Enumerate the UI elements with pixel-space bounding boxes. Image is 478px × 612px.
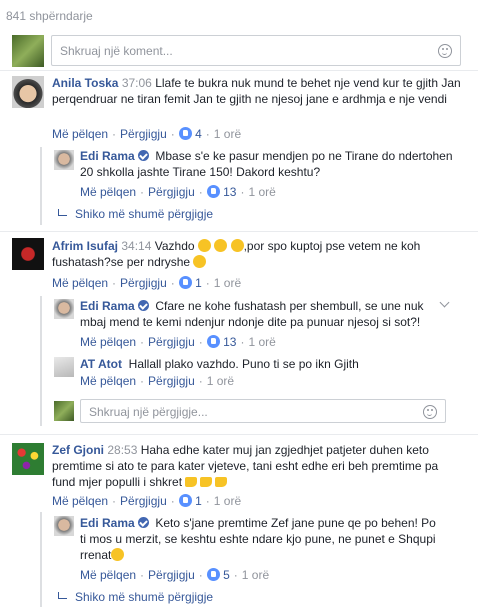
like-icon	[206, 185, 220, 198]
reply-age[interactable]: 1 orë	[242, 568, 269, 582]
avatar[interactable]	[12, 443, 44, 475]
comment-author[interactable]: Afrim Isufaj	[52, 239, 118, 253]
avatar[interactable]	[54, 357, 74, 377]
emoji-icon[interactable]	[423, 405, 437, 419]
comment-age[interactable]: 1 orë	[214, 276, 241, 290]
thumbs-down-emoji-icon	[215, 477, 228, 487]
reply-text: Mbase s'e ke pasur mendjen po ne Tirane …	[80, 149, 453, 179]
reply-button[interactable]: Përgjigju	[120, 127, 167, 141]
reply-button[interactable]: Përgjigju	[120, 494, 167, 508]
like-count[interactable]: 13	[223, 185, 236, 199]
smiling-face-emoji-icon	[111, 548, 125, 561]
current-user-avatar	[54, 401, 74, 421]
verified-badge-icon	[137, 300, 149, 311]
comment-video-time[interactable]: 28:53	[107, 443, 137, 457]
avatar[interactable]	[54, 516, 74, 536]
avatar[interactable]	[12, 238, 44, 270]
like-button[interactable]: Më pëlqen	[52, 494, 108, 508]
comment-age[interactable]: 1 orë	[214, 494, 241, 508]
reply-author[interactable]: Edi Rama	[80, 149, 135, 163]
reply-age[interactable]: 1 orë	[248, 185, 275, 199]
comment-input-placeholder: Shkruaj një koment...	[60, 44, 173, 58]
share-count[interactable]: 841 shpërndarje	[6, 9, 93, 23]
reply-arrow-icon	[58, 592, 67, 599]
reply-button[interactable]: Përgjigju	[148, 335, 195, 349]
verified-badge-icon	[137, 517, 149, 528]
reply-button[interactable]: Përgjigju	[120, 276, 167, 290]
comment-age[interactable]: 1 orë	[214, 127, 241, 141]
avatar[interactable]	[12, 76, 44, 108]
like-count[interactable]: 5	[223, 568, 230, 582]
reply-age[interactable]: 1 orë	[207, 374, 234, 388]
comment-actions: Më pëlqen · Përgjigju · 1 · 1 orë	[52, 494, 242, 508]
reply-4: Edi Rama Keto s'jane premtime Zef jane p…	[80, 515, 440, 563]
reply-button[interactable]: Përgjigju	[148, 185, 195, 199]
avatar[interactable]	[54, 150, 74, 170]
more-replies-link[interactable]: Shiko më shumë përgjigje	[58, 207, 213, 221]
reply-actions: Më pëlqen · Përgjigju · 5 · 1 orë	[80, 568, 270, 582]
comment-video-time[interactable]: 37:06	[122, 76, 152, 90]
reply-2: Edi Rama Cfare ne kohe fushatash per she…	[80, 298, 445, 330]
ok-hand-emoji-icon	[197, 239, 211, 252]
reply-age[interactable]: 1 orë	[248, 335, 275, 349]
thumbs-down-emoji-icon	[200, 477, 213, 487]
more-replies-link[interactable]: Shiko më shumë përgjigje	[58, 590, 213, 604]
like-icon	[178, 494, 192, 507]
ok-hand-emoji-icon	[193, 255, 207, 268]
comment-author[interactable]: Anila Toska	[52, 76, 118, 90]
comment-input[interactable]: Shkruaj një koment...	[51, 35, 461, 66]
reply-arrow-icon	[58, 209, 67, 216]
like-icon	[178, 276, 192, 289]
like-icon	[206, 335, 220, 348]
emoji-icon[interactable]	[438, 44, 452, 58]
reply-actions: Më pëlqen · Përgjigju · 1 orë	[80, 374, 235, 388]
comment-text-a: Vazhdo	[154, 239, 195, 253]
like-icon	[206, 568, 220, 581]
reply-actions: Më pëlqen · Përgjigju · 13 · 1 orë	[80, 185, 276, 199]
like-count[interactable]: 1	[195, 276, 202, 290]
comment-2: Afrim Isufaj 34:14 Vazhdo ,por spo kupto…	[52, 238, 462, 270]
reply-input[interactable]: Shkruaj një përgjigje...	[80, 399, 446, 423]
verified-badge-icon	[137, 150, 149, 161]
comment-3: Zef Gjoni 28:53 Haha edhe kater muj jan …	[52, 442, 464, 490]
ok-hand-emoji-icon	[214, 239, 228, 252]
like-button[interactable]: Më pëlqen	[52, 127, 108, 141]
reply-button[interactable]: Përgjigju	[148, 374, 195, 388]
flexed-biceps-emoji-icon	[230, 239, 244, 252]
like-button[interactable]: Më pëlqen	[80, 568, 136, 582]
thumbs-down-emoji-icon	[185, 477, 198, 487]
like-count[interactable]: 1	[195, 494, 202, 508]
comment-video-time[interactable]: 34:14	[121, 239, 151, 253]
reply-button[interactable]: Përgjigju	[148, 568, 195, 582]
reply-actions: Më pëlqen · Përgjigju · 13 · 1 orë	[80, 335, 276, 349]
reply-3: AT Atot Hallall plako vazhdo. Puno ti se…	[80, 356, 460, 372]
like-button[interactable]: Më pëlqen	[80, 374, 136, 388]
reply-author[interactable]: Edi Rama	[80, 299, 135, 313]
reply-1: Edi Rama Mbase s'e ke pasur mendjen po n…	[80, 148, 460, 180]
like-icon	[178, 127, 192, 140]
comment-actions: Më pëlqen · Përgjigju · 4 · 1 orë	[52, 127, 242, 141]
comment-actions: Më pëlqen · Përgjigju · 1 · 1 orë	[52, 276, 242, 290]
reply-author[interactable]: Edi Rama	[80, 516, 135, 530]
current-user-avatar	[12, 35, 44, 67]
reply-author[interactable]: AT Atot	[80, 357, 122, 371]
reply-input-placeholder: Shkruaj një përgjigje...	[89, 405, 208, 419]
comment-author[interactable]: Zef Gjoni	[52, 443, 104, 457]
like-button[interactable]: Më pëlqen	[80, 185, 136, 199]
reply-text: Hallall plako vazhdo. Puno ti se po ikn …	[128, 357, 359, 371]
avatar[interactable]	[54, 299, 74, 319]
like-count[interactable]: 4	[195, 127, 202, 141]
comment-1: Anila Toska 37:06 Llafe te bukra nuk mun…	[52, 75, 462, 107]
like-button[interactable]: Më pëlqen	[80, 335, 136, 349]
like-count[interactable]: 13	[223, 335, 236, 349]
like-button[interactable]: Më pëlqen	[52, 276, 108, 290]
